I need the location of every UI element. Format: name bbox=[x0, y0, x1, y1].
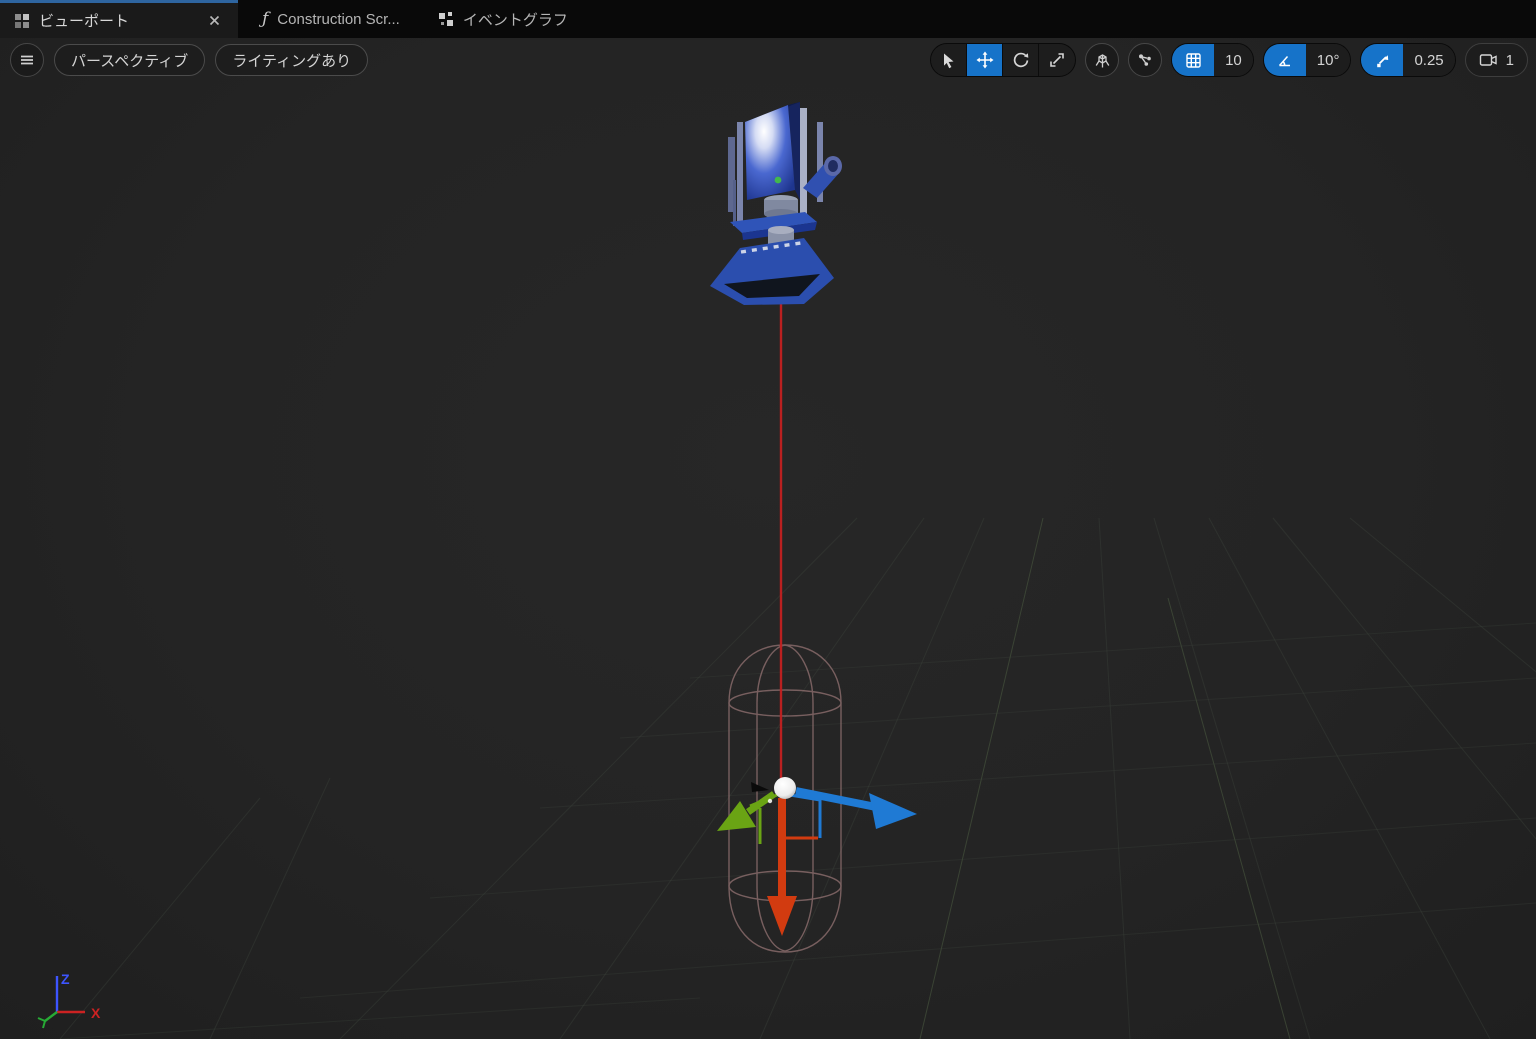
tab-viewport-label: ビューポート bbox=[39, 10, 195, 31]
scale-snap-icon bbox=[1374, 52, 1391, 69]
viewport-options-button[interactable] bbox=[10, 43, 44, 77]
tab-construction-label: Construction Scr... bbox=[277, 11, 400, 28]
move-gizmo[interactable] bbox=[717, 777, 917, 936]
gizmo-red-arrow[interactable] bbox=[767, 798, 797, 936]
gizmo-green-arrow[interactable] bbox=[717, 794, 774, 831]
actor-direction-marker bbox=[751, 782, 769, 792]
world-gizmo-icon bbox=[1093, 51, 1112, 70]
rotation-snap-value[interactable]: 10° bbox=[1306, 44, 1351, 76]
camera-icon bbox=[1479, 52, 1499, 68]
event-graph-icon bbox=[438, 11, 454, 27]
scale-snap-value[interactable]: 0.25 bbox=[1403, 44, 1454, 76]
close-icon[interactable] bbox=[204, 11, 224, 31]
view-mode-dropdown[interactable]: ライティングあり bbox=[215, 44, 368, 76]
rotation-snap-toggle[interactable] bbox=[1264, 44, 1306, 76]
tab-viewport[interactable]: ビューポート bbox=[0, 0, 238, 38]
move-tool-button[interactable] bbox=[967, 44, 1003, 76]
scale-snap-toggle[interactable] bbox=[1361, 44, 1403, 76]
axis-x-label: X bbox=[91, 1005, 101, 1021]
viewport-canvas[interactable]: Z X bbox=[0, 38, 1536, 1039]
select-tool-button[interactable] bbox=[931, 44, 967, 76]
scale-snap-control: 0.25 bbox=[1360, 43, 1455, 77]
scale-icon bbox=[1048, 51, 1066, 69]
viewport-3d[interactable]: Z X パースペクティブ ライティングあり bbox=[0, 38, 1536, 1039]
angle-snap-icon bbox=[1276, 52, 1293, 69]
gizmo-origin-sphere[interactable] bbox=[774, 777, 796, 799]
viewport-grid-icon bbox=[14, 13, 30, 29]
tab-bar: ビューポート ƒ Construction Scr... イベントグラフ bbox=[0, 0, 1536, 38]
select-arrow-icon bbox=[940, 52, 957, 69]
rotate-tool-button[interactable] bbox=[1003, 44, 1039, 76]
camera-speed-control[interactable]: 1 bbox=[1465, 43, 1528, 77]
function-icon: ƒ bbox=[262, 9, 268, 29]
gizmo-blue-plane-handle[interactable] bbox=[790, 795, 820, 838]
rotation-snap-control: 10° bbox=[1263, 43, 1352, 77]
hamburger-icon bbox=[19, 52, 35, 68]
lighting-label: ライティングあり bbox=[232, 50, 351, 71]
surface-snap-icon bbox=[1136, 51, 1154, 69]
perspective-dropdown[interactable]: パースペクティブ bbox=[54, 44, 205, 76]
gizmo-blue-arrow[interactable] bbox=[796, 791, 917, 829]
camera-speed-value: 1 bbox=[1506, 52, 1514, 69]
move-icon bbox=[976, 51, 994, 69]
grid-snap-toggle[interactable] bbox=[1172, 44, 1214, 76]
coordinate-space-button[interactable] bbox=[1085, 43, 1119, 77]
spotlight-actor[interactable] bbox=[710, 102, 842, 305]
floor-grid bbox=[60, 518, 1536, 1039]
scale-tool-button[interactable] bbox=[1039, 44, 1075, 76]
rotate-icon bbox=[1012, 51, 1030, 69]
tab-event-graph-label: イベントグラフ bbox=[463, 9, 568, 30]
surface-snapping-button[interactable] bbox=[1128, 43, 1162, 77]
grid-snap-value[interactable]: 10 bbox=[1214, 44, 1253, 76]
tab-construction-script[interactable]: ƒ Construction Scr... bbox=[248, 0, 414, 38]
transform-tool-group bbox=[930, 43, 1076, 77]
world-axis-indicator: Z X bbox=[38, 971, 101, 1028]
axis-z-label: Z bbox=[61, 971, 70, 987]
perspective-label: パースペクティブ bbox=[71, 50, 188, 71]
tab-event-graph[interactable]: イベントグラフ bbox=[424, 0, 582, 38]
grid-snap-icon bbox=[1185, 52, 1202, 69]
grid-snap-control: 10 bbox=[1171, 43, 1254, 77]
